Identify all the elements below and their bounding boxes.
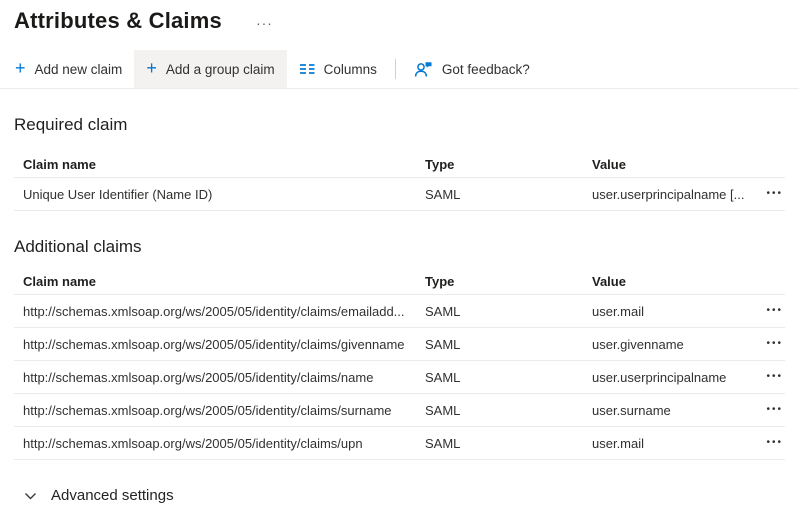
cell-value: user.userprincipalname [... [592,187,755,202]
column-header-claim-name: Claim name [23,157,425,172]
add-group-claim-label: Add a group claim [166,62,275,77]
table-header-row: Claim name Type Value [14,152,785,178]
required-claim-heading: Required claim [14,115,785,135]
columns-button[interactable]: Columns [287,50,389,88]
table-row[interactable]: Unique User Identifier (Name ID) SAML us… [14,178,785,211]
got-feedback-button[interactable]: Got feedback? [402,50,542,88]
ellipsis-icon: ••• [766,188,783,199]
table-row[interactable]: http://schemas.xmlsoap.org/ws/2005/05/id… [14,361,785,394]
advanced-settings-label: Advanced settings [51,487,174,504]
got-feedback-label: Got feedback? [442,62,530,77]
row-menu-button[interactable]: ••• [764,302,785,320]
cell-claim-name: http://schemas.xmlsoap.org/ws/2005/05/id… [23,370,425,385]
cell-value: user.mail [592,436,755,451]
ellipsis-icon: ••• [766,437,783,448]
chevron-down-icon [24,492,37,501]
advanced-settings-toggle[interactable]: Advanced settings [24,487,174,504]
column-header-value: Value [592,157,755,172]
cell-type: SAML [425,337,592,352]
feedback-person-icon [414,61,433,78]
additional-claims-heading: Additional claims [14,237,785,257]
command-bar: + Add new claim + Add a group claim Colu… [0,50,799,89]
row-menu-button[interactable]: ••• [764,368,785,386]
row-menu-button[interactable]: ••• [764,401,785,419]
column-header-type: Type [425,274,592,289]
cell-type: SAML [425,370,592,385]
required-claim-table: Claim name Type Value Unique User Identi… [14,152,785,211]
cell-type: SAML [425,304,592,319]
columns-label: Columns [324,62,377,77]
table-row[interactable]: http://schemas.xmlsoap.org/ws/2005/05/id… [14,427,785,460]
add-group-claim-button[interactable]: + Add a group claim [134,50,286,88]
cell-claim-name: http://schemas.xmlsoap.org/ws/2005/05/id… [23,436,425,451]
table-row[interactable]: http://schemas.xmlsoap.org/ws/2005/05/id… [14,295,785,328]
more-icon: ··· [256,15,273,31]
page-title: Attributes & Claims [14,8,222,34]
toolbar-divider [395,59,396,79]
columns-icon [299,61,315,77]
cell-value: user.userprincipalname [592,370,755,385]
row-menu-button[interactable]: ••• [764,335,785,353]
row-menu-button[interactable]: ••• [764,434,785,452]
plus-icon: + [146,59,157,77]
additional-claims-table: Claim name Type Value http://schemas.xml… [14,269,785,460]
plus-icon: + [15,59,26,77]
cell-type: SAML [425,436,592,451]
ellipsis-icon: ••• [766,371,783,382]
cell-value: user.mail [592,304,755,319]
ellipsis-icon: ••• [766,305,783,316]
ellipsis-icon: ••• [766,338,783,349]
cell-claim-name: http://schemas.xmlsoap.org/ws/2005/05/id… [23,304,425,319]
table-row[interactable]: http://schemas.xmlsoap.org/ws/2005/05/id… [14,394,785,427]
table-row[interactable]: http://schemas.xmlsoap.org/ws/2005/05/id… [14,328,785,361]
column-header-type: Type [425,157,592,172]
ellipsis-icon: ••• [766,404,783,415]
cell-type: SAML [425,187,592,202]
page-header: Attributes & Claims ··· [0,0,799,34]
row-menu-button[interactable]: ••• [764,185,785,203]
cell-claim-name: http://schemas.xmlsoap.org/ws/2005/05/id… [23,337,425,352]
cell-claim-name: http://schemas.xmlsoap.org/ws/2005/05/id… [23,403,425,418]
cell-claim-name: Unique User Identifier (Name ID) [23,187,425,202]
cell-value: user.surname [592,403,755,418]
title-more-button[interactable]: ··· [256,16,273,30]
add-new-claim-button[interactable]: + Add new claim [3,50,134,88]
table-header-row: Claim name Type Value [14,269,785,295]
add-new-claim-label: Add new claim [35,62,123,77]
cell-type: SAML [425,403,592,418]
cell-value: user.givenname [592,337,755,352]
column-header-claim-name: Claim name [23,274,425,289]
column-header-value: Value [592,274,755,289]
